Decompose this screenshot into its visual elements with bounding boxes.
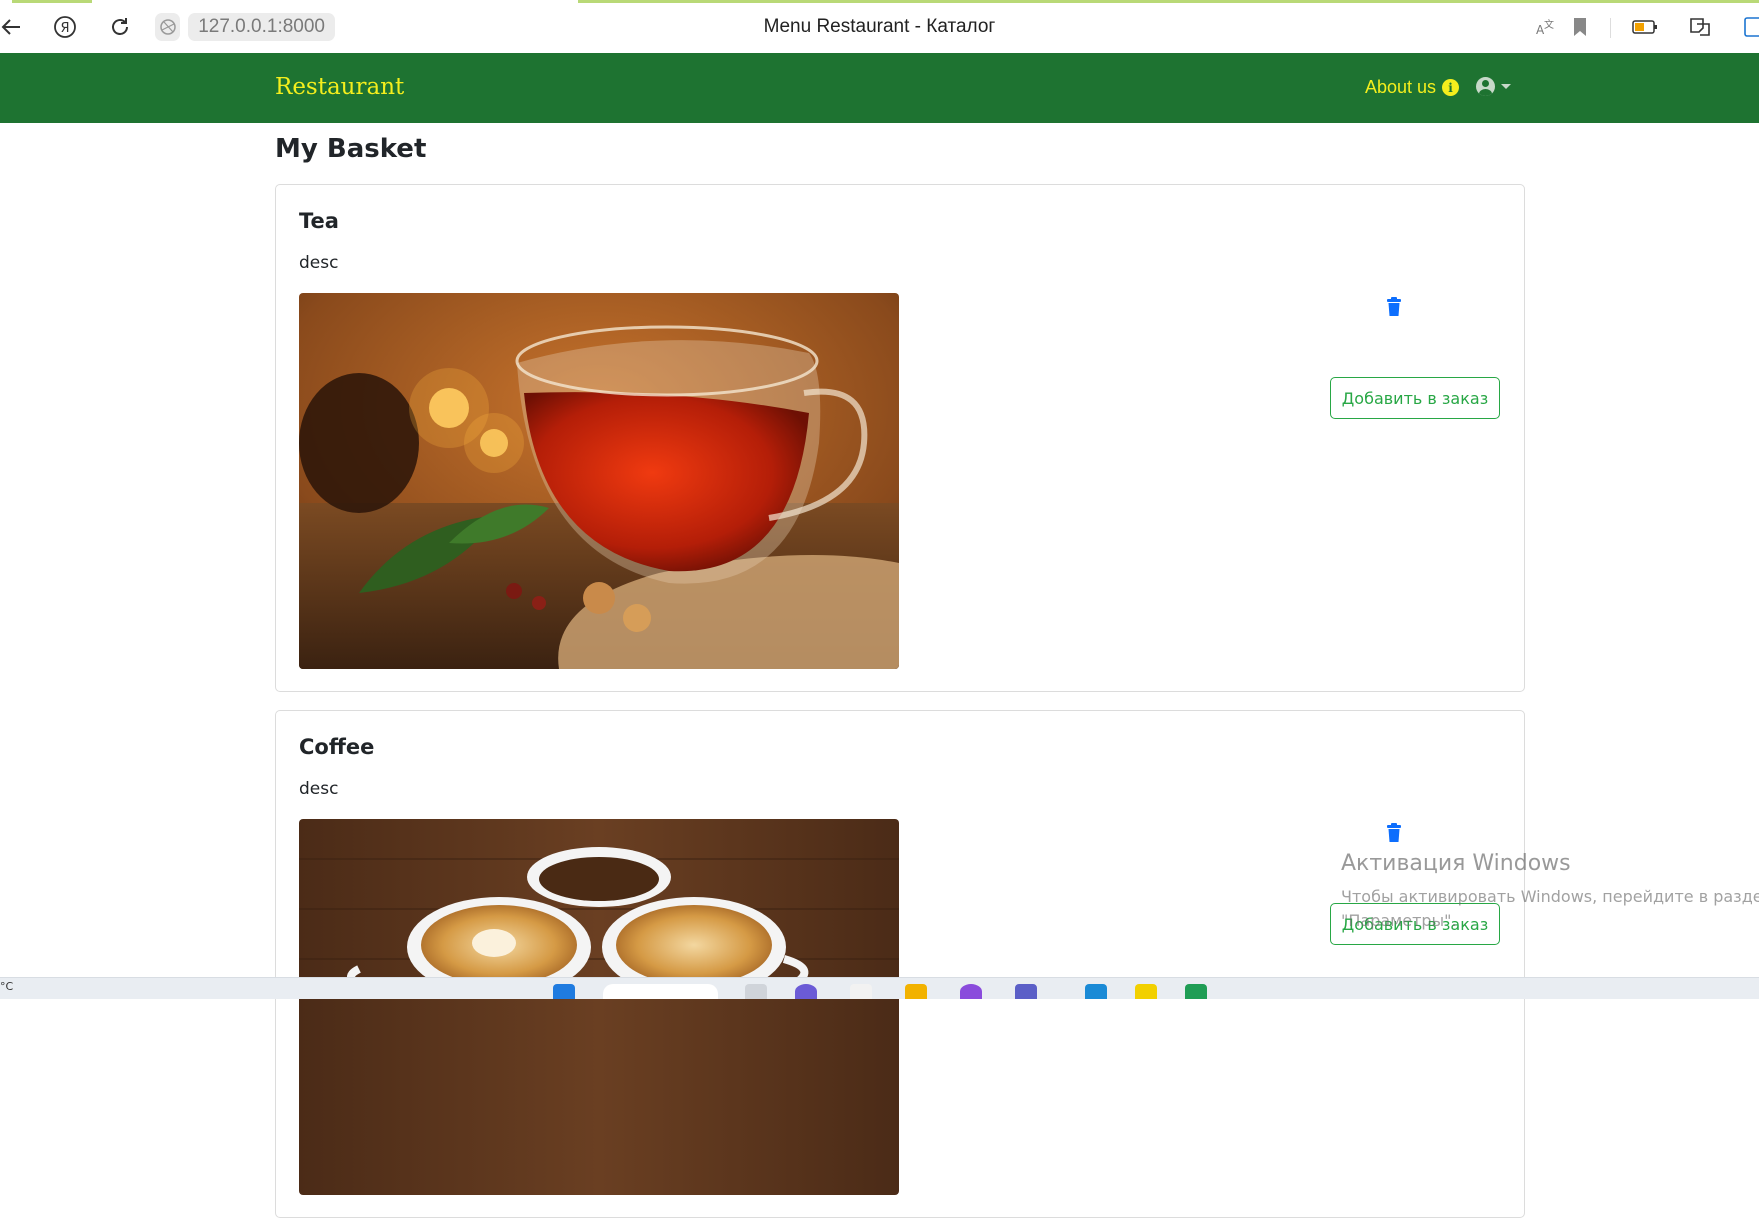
item-title: Coffee	[299, 735, 375, 759]
task-view-icon[interactable]	[745, 984, 767, 999]
basket-item-card: Tea desc Добавить в заказ	[275, 184, 1525, 692]
translate-icon[interactable]: A文	[1532, 14, 1558, 40]
app-icon[interactable]	[795, 984, 817, 999]
user-circle-icon	[1476, 77, 1495, 96]
weather-temp-unit: °C	[0, 980, 14, 993]
app-icon[interactable]	[960, 984, 982, 999]
browser-toolbar: Я 127.0.0.1:8000 Menu Restaurant - Катал…	[0, 0, 1759, 54]
tab-title: Menu Restaurant - Каталог	[763, 16, 996, 37]
toolbar-divider	[1610, 18, 1611, 38]
start-icon[interactable]	[553, 984, 575, 999]
info-icon: i	[1442, 79, 1460, 96]
basket-item-card: Coffee desc Добавить в заказ	[275, 710, 1525, 1218]
loading-bar-right	[578, 0, 1759, 3]
extensions-icon[interactable]	[1687, 14, 1713, 40]
add-to-order-button[interactable]: Добавить в заказ	[1330, 377, 1500, 419]
item-description: desc	[299, 253, 339, 273]
trash-icon[interactable]	[1386, 823, 1402, 843]
battery-icon[interactable]	[1632, 14, 1658, 40]
svg-text:文: 文	[1544, 18, 1554, 31]
coffee-image	[299, 819, 899, 1195]
vscode-icon[interactable]	[1085, 984, 1107, 999]
about-us-link[interactable]: About us i	[1365, 77, 1460, 98]
brand-logo-link[interactable]: Restaurant	[275, 74, 404, 100]
loading-bar-left	[12, 0, 92, 3]
app-icon[interactable]	[1135, 984, 1157, 999]
page-title: My Basket	[275, 134, 427, 164]
teams-icon[interactable]	[1015, 984, 1037, 999]
explorer-icon[interactable]	[905, 984, 927, 999]
app-icon[interactable]	[1185, 984, 1207, 999]
browser-taskbar-icon[interactable]	[850, 984, 872, 999]
windows-activation-line1: Чтобы активировать Windows, перейдите в …	[1341, 887, 1759, 906]
trash-icon[interactable]	[1386, 297, 1402, 317]
about-us-label: About us	[1365, 77, 1437, 97]
item-description: desc	[299, 779, 339, 799]
caret-down-icon	[1501, 84, 1511, 89]
tea-image	[299, 293, 899, 669]
item-title: Tea	[299, 209, 339, 233]
windows-activation-title: Активация Windows	[1341, 851, 1571, 876]
windows-activation-text: Чтобы активировать Windows, перейдите в …	[1341, 885, 1759, 933]
windows-taskbar: °C	[0, 977, 1759, 999]
profile-edge-icon[interactable]	[1740, 14, 1759, 40]
windows-activation-line2: "Параметры".	[1341, 911, 1457, 930]
search-box[interactable]	[603, 984, 718, 999]
bookmark-icon[interactable]	[1567, 14, 1593, 40]
user-dropdown-toggle[interactable]	[1476, 77, 1511, 96]
site-navbar: Restaurant About us i	[0, 53, 1759, 123]
